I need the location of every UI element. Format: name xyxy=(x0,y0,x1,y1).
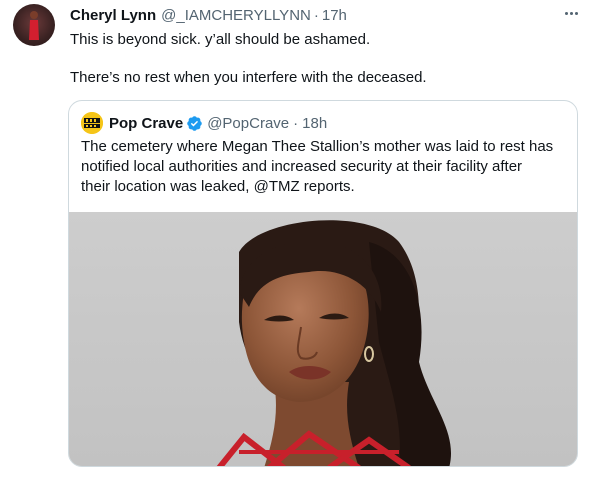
avatar-image xyxy=(29,11,39,40)
quote-avatar[interactable] xyxy=(81,112,103,134)
quote-text-line: notified local authorities and increased… xyxy=(81,158,523,175)
more-dot xyxy=(574,11,578,15)
quote-media-image[interactable] xyxy=(69,212,577,466)
quote-text: The cemetery where Megan Thee Stallion’s… xyxy=(81,137,571,197)
quote-header: Pop Crave @PopCrave · 18h xyxy=(81,112,327,134)
quote-text-line: The cemetery where Megan Thee Stallion’s… xyxy=(81,138,554,155)
author-name[interactable]: Cheryl Lynn xyxy=(70,7,156,24)
quote-time[interactable]: 18h xyxy=(302,115,327,132)
quoted-tweet[interactable]: Pop Crave @PopCrave · 18h The cemetery w… xyxy=(68,100,578,467)
tweet[interactable]: Cheryl Lynn @_IAMCHERYLLYNN · 17h This i… xyxy=(0,0,595,483)
pop-crave-logo xyxy=(81,112,103,134)
tweet-time[interactable]: 17h xyxy=(322,7,347,24)
tweet-text-line-2: There’s no rest when you interfere with … xyxy=(70,69,427,86)
quote-separator-dot: · xyxy=(293,114,299,132)
portrait-photo xyxy=(69,212,577,466)
quote-author-handle[interactable]: @PopCrave xyxy=(207,115,289,132)
verified-badge-icon xyxy=(187,115,202,131)
quote-text-line: their location was leaked, @TMZ reports. xyxy=(81,178,355,195)
avatar[interactable] xyxy=(13,4,55,46)
tweet-header: Cheryl Lynn @_IAMCHERYLLYNN · 17h xyxy=(70,7,347,27)
more-dot xyxy=(569,11,573,15)
quote-author-name[interactable]: Pop Crave xyxy=(109,115,183,132)
more-dot xyxy=(564,11,568,15)
tweet-text-line-1: This is beyond sick. y’all should be ash… xyxy=(70,31,371,48)
author-handle[interactable]: @_IAMCHERYLLYNN xyxy=(161,7,311,24)
separator-dot: · xyxy=(313,7,319,24)
more-icon[interactable] xyxy=(561,6,581,20)
